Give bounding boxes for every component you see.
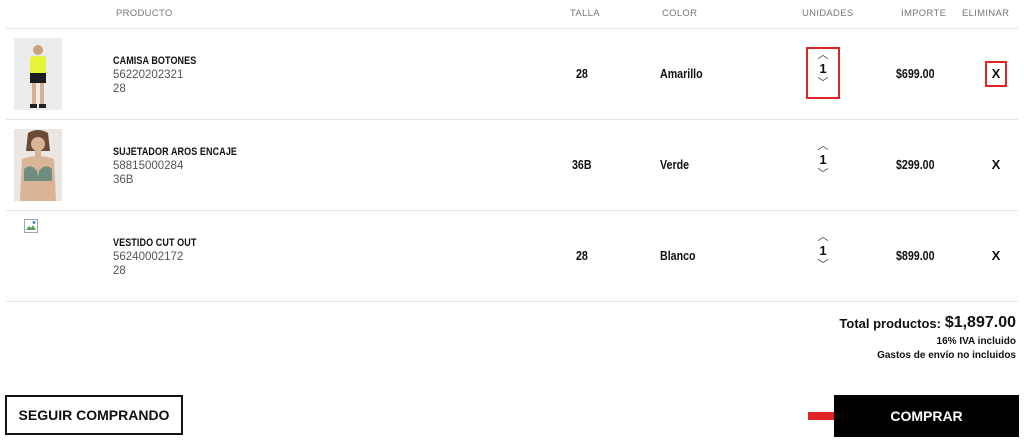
quantity-value: 1 bbox=[819, 61, 827, 76]
header-unidades: UNIDADES bbox=[802, 8, 854, 19]
chevron-up-icon[interactable]: ︿ bbox=[808, 140, 838, 152]
product-image[interactable] bbox=[14, 129, 62, 201]
row-importe: $699.00 bbox=[896, 66, 935, 81]
quantity-stepper[interactable]: ︿ 1 ﹀ bbox=[806, 47, 840, 99]
row-color: Amarillo bbox=[660, 66, 703, 81]
chevron-up-icon[interactable]: ︿ bbox=[808, 231, 838, 243]
product-size-note: 36B bbox=[113, 174, 134, 186]
product-size-note: 28 bbox=[113, 265, 126, 277]
product-name[interactable]: SUJETADOR AROS ENCAJE bbox=[113, 146, 264, 158]
quantity-value: 1 bbox=[819, 243, 827, 258]
delete-button[interactable]: X bbox=[987, 248, 1005, 263]
total-value: $1,897.00 bbox=[944, 314, 1016, 331]
divider bbox=[6, 301, 1018, 302]
chevron-down-icon[interactable]: ﹀ bbox=[808, 77, 838, 89]
delete-button[interactable]: X bbox=[987, 157, 1005, 172]
divider bbox=[6, 28, 1018, 29]
quantity-stepper[interactable]: ︿ 1 ﹀ bbox=[808, 231, 838, 279]
row-color: Verde bbox=[660, 157, 690, 172]
quantity-stepper[interactable]: ︿ 1 ﹀ bbox=[808, 140, 838, 188]
row-importe: $299.00 bbox=[896, 157, 935, 172]
header-color: COLOR bbox=[662, 8, 698, 19]
row-talla: 36B bbox=[572, 157, 592, 172]
product-name[interactable]: VESTIDO CUT OUT bbox=[113, 237, 215, 249]
product-code: 56220202321 bbox=[113, 69, 184, 81]
divider bbox=[6, 119, 1018, 120]
header-producto: PRODUCTO bbox=[116, 8, 173, 19]
product-size-note: 28 bbox=[113, 83, 126, 95]
product-code: 56240002172 bbox=[113, 251, 184, 263]
product-image[interactable] bbox=[14, 38, 62, 110]
chevron-down-icon[interactable]: ﹀ bbox=[808, 168, 838, 180]
total-label: Total productos: bbox=[839, 316, 941, 331]
row-color: Blanco bbox=[660, 248, 696, 263]
row-talla: 28 bbox=[576, 248, 588, 263]
divider bbox=[6, 210, 1018, 211]
row-talla: 28 bbox=[576, 66, 588, 81]
shipping-note: Gastos de envío no incluidos bbox=[877, 350, 1016, 361]
chevron-down-icon[interactable]: ﹀ bbox=[808, 259, 838, 271]
header-importe: IMPORTE bbox=[901, 8, 947, 19]
product-code: 58815000284 bbox=[113, 160, 184, 172]
continue-shopping-button[interactable]: SEGUIR COMPRANDO bbox=[5, 395, 183, 435]
header-eliminar: ELIMINAR bbox=[962, 8, 1010, 19]
broken-image-icon[interactable] bbox=[24, 219, 38, 233]
delete-button[interactable]: X bbox=[985, 61, 1007, 87]
iva-note: 16% IVA incluido bbox=[936, 336, 1016, 347]
chevron-up-icon[interactable]: ︿ bbox=[808, 49, 838, 61]
header-talla: TALLA bbox=[570, 8, 600, 19]
quantity-value: 1 bbox=[819, 152, 827, 167]
row-importe: $899.00 bbox=[896, 248, 935, 263]
product-name[interactable]: CAMISA BOTONES bbox=[113, 55, 215, 67]
buy-button[interactable]: COMPRAR bbox=[834, 395, 1019, 437]
